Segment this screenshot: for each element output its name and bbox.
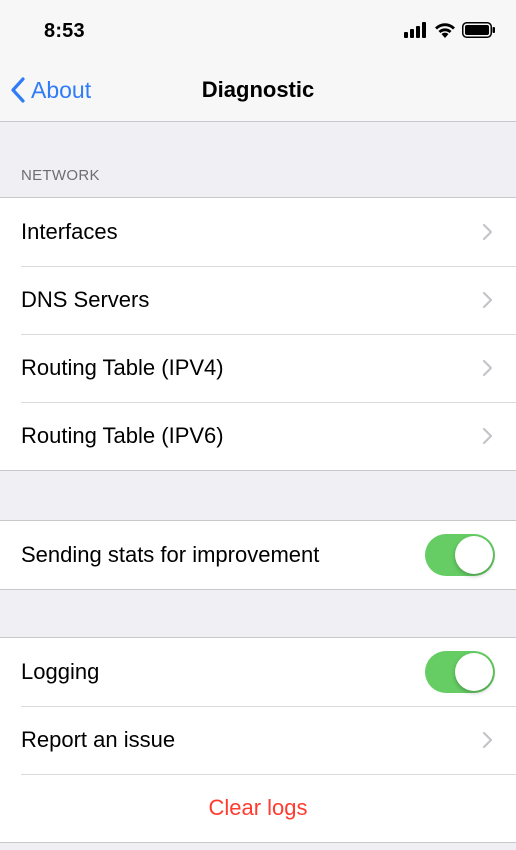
status-bar: 8:53 — [0, 0, 516, 60]
logging-toggle[interactable] — [425, 651, 495, 693]
page-title: Diagnostic — [201, 77, 315, 102]
logging-group: Logging Report an issue Clear logs — [0, 637, 516, 843]
report-issue-label: Report an issue — [21, 727, 176, 752]
status-time: 8:53 — [44, 20, 85, 42]
dns-servers-label: DNS Servers — [21, 287, 150, 312]
clear-logs-button[interactable]: Clear logs — [0, 774, 516, 842]
sending-stats-toggle[interactable] — [425, 534, 495, 576]
logging-row: Logging — [0, 638, 516, 706]
chevron-right-icon — [482, 223, 493, 241]
navigation-bar: About Diagnostic — [0, 60, 516, 122]
toggle-knob — [455, 536, 493, 574]
interfaces-label: Interfaces — [21, 219, 118, 244]
chevron-right-icon — [482, 731, 493, 749]
routing-table-ipv4-row[interactable]: Routing Table (IPV4) — [0, 334, 516, 402]
clear-logs-label: Clear logs — [208, 795, 308, 820]
routing-table-ipv6-row[interactable]: Routing Table (IPV6) — [0, 402, 516, 470]
routing-table-ipv4-label: Routing Table (IPV4) — [21, 355, 224, 380]
status-icons — [404, 22, 496, 38]
stats-group: Sending stats for improvement — [0, 520, 516, 590]
chevron-right-icon — [482, 427, 493, 445]
report-issue-row[interactable]: Report an issue — [0, 706, 516, 774]
routing-table-ipv6-label: Routing Table (IPV6) — [21, 423, 224, 448]
interfaces-row[interactable]: Interfaces — [0, 198, 516, 266]
network-group: Interfaces DNS Servers Routing Table (IP… — [0, 197, 516, 471]
chevron-right-icon — [482, 291, 493, 309]
wifi-icon — [435, 23, 455, 38]
chevron-right-icon — [482, 359, 493, 377]
sending-stats-row: Sending stats for improvement — [0, 521, 516, 589]
dns-servers-row[interactable]: DNS Servers — [0, 266, 516, 334]
cellular-signal-icon — [404, 22, 426, 38]
battery-icon — [462, 22, 495, 38]
section-header-network: NETWORK — [21, 167, 100, 184]
toggle-knob — [455, 653, 493, 691]
